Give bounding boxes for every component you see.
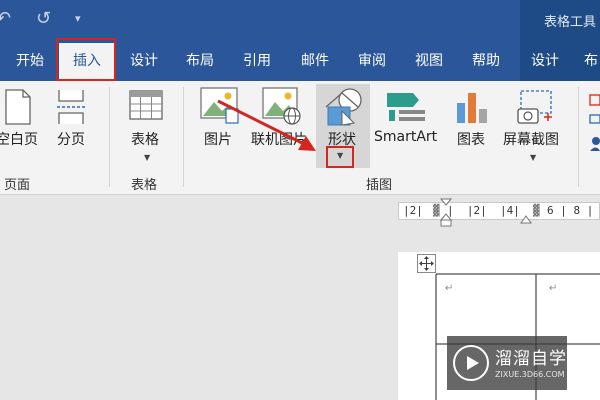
table-move-handle[interactable] — [417, 254, 436, 273]
watermark-url: ZIXUE.3D66.COM — [495, 370, 565, 379]
ruler-indent-icon[interactable] — [440, 198, 452, 228]
move-icon — [419, 256, 434, 271]
ruler-tick: | |2| |4| — [447, 204, 520, 217]
ruler-indent-marker[interactable]: ▓ — [433, 204, 440, 217]
svg-text:↵: ↵ — [549, 283, 557, 294]
watermark: 溜溜自学 ZIXUE.3D66.COM — [447, 336, 567, 390]
svg-text:↵: ↵ — [445, 283, 453, 294]
ruler-column-marker[interactable]: ▓ — [533, 204, 540, 217]
ruler-tick: |2| — [403, 204, 423, 217]
play-logo-icon — [453, 345, 489, 381]
watermark-brand: 溜溜自学 — [495, 349, 567, 369]
ruler-right-indent-icon[interactable] — [520, 214, 532, 224]
ruler-tick: 6 | 8 | — [547, 204, 594, 217]
horizontal-ruler[interactable]: |2| ▓ | |2| |4| ▓ 6 | 8 | — [398, 202, 600, 220]
